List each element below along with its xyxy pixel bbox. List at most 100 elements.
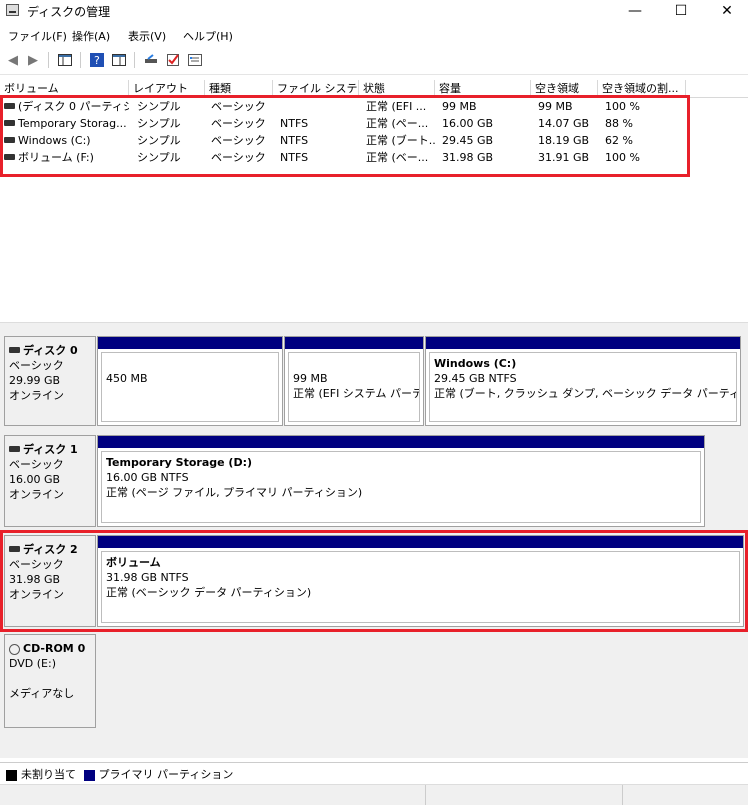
col-volume[interactable]: ボリューム <box>0 80 129 97</box>
maximize-button[interactable]: ☐ <box>658 0 704 22</box>
cell-capacity: 99 MB <box>442 100 477 113</box>
connect-icon[interactable] <box>142 51 160 69</box>
partition-size: 99 MB <box>293 372 328 385</box>
cdrom-0-label[interactable]: CD-ROM 0 DVD (E:) メディアなし <box>4 634 96 728</box>
cell-type: ベーシック <box>211 134 266 147</box>
partition-block[interactable]: 450 MB <box>97 336 283 426</box>
partition-bar <box>426 337 740 349</box>
disk-size: 16.00 GB <box>9 473 61 486</box>
drive-icon <box>9 446 20 452</box>
cell-filesystem <box>276 98 359 115</box>
menu-view[interactable]: 表示(V) <box>128 28 166 44</box>
partition-info: Windows (C:) 29.45 GB NTFS 正常 (ブート, クラッシ… <box>429 352 737 422</box>
disk-status: メディアなし <box>9 687 75 700</box>
partition-info: 99 MB 正常 (EFI システム パーティ <box>288 352 420 422</box>
disk-name: ディスク 0 <box>23 344 78 357</box>
disk-name: ディスク 2 <box>23 543 78 556</box>
close-button[interactable]: ✕ <box>704 0 748 22</box>
cell-status: 正常 (ブート... <box>366 134 435 147</box>
disk-1-label[interactable]: ディスク 1 ベーシック 16.00 GB オンライン <box>4 435 96 527</box>
forward-icon[interactable]: ▶ <box>24 51 42 69</box>
drive-icon <box>4 120 15 126</box>
col-capacity[interactable]: 容量 <box>435 80 531 97</box>
partition-size: 450 MB <box>106 372 148 385</box>
check-icon[interactable] <box>164 51 182 69</box>
partition-bar <box>285 337 423 349</box>
legend-unallocated: 未割り当て <box>21 768 76 781</box>
window-title: ディスクの管理 <box>27 5 111 19</box>
partition-bar <box>98 536 743 548</box>
cell-capacity: 29.45 GB <box>442 134 494 147</box>
table-row[interactable]: Windows (C:) シンプル ベーシック NTFS 正常 (ブート... … <box>0 132 690 149</box>
menu-action[interactable]: 操作(A) <box>72 28 110 44</box>
minimize-button[interactable]: — <box>612 0 658 22</box>
partition-title <box>106 356 274 371</box>
table-row[interactable]: ボリューム (F:) シンプル ベーシック NTFS 正常 (ベー... 31.… <box>0 149 690 166</box>
drive-icon <box>4 137 15 143</box>
cell-layout: シンプル <box>137 117 181 130</box>
back-icon[interactable]: ◀ <box>4 51 22 69</box>
disk-type: ベーシック <box>9 558 64 571</box>
properties-icon[interactable] <box>186 51 204 69</box>
menu-bar <box>0 24 748 46</box>
cell-free: 99 MB <box>538 100 573 113</box>
svg-text:?: ? <box>94 54 100 67</box>
table-row[interactable]: (ディスク 0 パーティシ... シンプル ベーシック 正常 (EFI ... … <box>0 98 690 115</box>
cell-layout: シンプル <box>137 134 181 147</box>
status-divider <box>425 785 426 805</box>
title-bar: ディスクの管理 — ☐ ✕ <box>0 0 748 22</box>
menu-file[interactable]: ファイル(F) <box>8 28 67 44</box>
cell-volume: Temporary Storag... <box>0 115 129 132</box>
partition-status: 正常 (ベーシック データ パーティション) <box>106 586 312 599</box>
partition-block[interactable]: ボリューム 31.98 GB NTFS 正常 (ベーシック データ パーティショ… <box>97 535 744 627</box>
cell-volume: ボリューム (F:) <box>0 149 129 166</box>
col-free-percent[interactable]: 空き領域の割... <box>598 80 686 97</box>
partition-block[interactable]: Windows (C:) 29.45 GB NTFS 正常 (ブート, クラッシ… <box>425 336 741 426</box>
disk-2-label[interactable]: ディスク 2 ベーシック 31.98 GB オンライン <box>4 535 96 627</box>
cell-layout: シンプル <box>137 151 181 164</box>
table-row[interactable]: Temporary Storag... シンプル ベーシック NTFS 正常 (… <box>0 115 690 132</box>
partition-block[interactable]: Temporary Storage (D:) 16.00 GB NTFS 正常 … <box>97 435 705 527</box>
drive-icon <box>9 347 20 353</box>
partition-block[interactable]: 99 MB 正常 (EFI システム パーティ <box>284 336 424 426</box>
partition-info: Temporary Storage (D:) 16.00 GB NTFS 正常 … <box>101 451 701 523</box>
cell-filesystem: NTFS <box>280 151 309 164</box>
col-filesystem[interactable]: ファイル システム <box>273 80 359 97</box>
toolbar-separator <box>48 52 49 68</box>
partition-status: 正常 (ブート, クラッシュ ダンプ, ベーシック データ パーティション) <box>434 387 737 400</box>
drive-icon <box>4 154 15 160</box>
disk-name: ディスク 1 <box>23 443 78 456</box>
disk-management-icon <box>6 4 19 16</box>
disk-size <box>9 671 91 686</box>
partition-size: 31.98 GB NTFS <box>106 571 189 584</box>
col-status[interactable]: 状態 <box>359 80 435 97</box>
partition-size: 16.00 GB NTFS <box>106 471 189 484</box>
cell-free-percent: 88 % <box>605 117 633 130</box>
drive-icon <box>4 103 15 109</box>
partition-size: 29.45 GB NTFS <box>434 372 517 385</box>
legend: 未割り当て プライマリ パーティション <box>0 762 748 781</box>
toolbar-separator <box>134 52 135 68</box>
cell-type: ベーシック <box>211 117 266 130</box>
disk-0-label[interactable]: ディスク 0 ベーシック 29.99 GB オンライン <box>4 336 96 426</box>
col-layout[interactable]: レイアウト <box>129 80 205 97</box>
partition-bar <box>98 337 282 349</box>
status-bar <box>0 784 748 805</box>
col-type[interactable]: 種類 <box>205 80 273 97</box>
cell-filesystem: NTFS <box>280 134 309 147</box>
col-free[interactable]: 空き領域 <box>531 80 598 97</box>
cell-type: ベーシック <box>211 151 266 164</box>
cell-status: 正常 (EFI ... <box>366 100 427 113</box>
status-divider <box>622 785 623 805</box>
cell-capacity: 31.98 GB <box>442 151 494 164</box>
disk-name: CD-ROM 0 <box>23 642 86 655</box>
cell-status: 正常 (ベー... <box>366 151 429 164</box>
panel-icon[interactable] <box>56 51 74 69</box>
help-icon[interactable]: ? <box>88 51 106 69</box>
partition-title: Windows (C:) <box>434 357 517 370</box>
disk-status: オンライン <box>9 588 64 601</box>
unallocated-swatch <box>6 769 17 781</box>
menu-help[interactable]: ヘルプ(H) <box>183 28 233 44</box>
primary-swatch <box>83 769 95 781</box>
view-icon[interactable] <box>110 51 128 69</box>
